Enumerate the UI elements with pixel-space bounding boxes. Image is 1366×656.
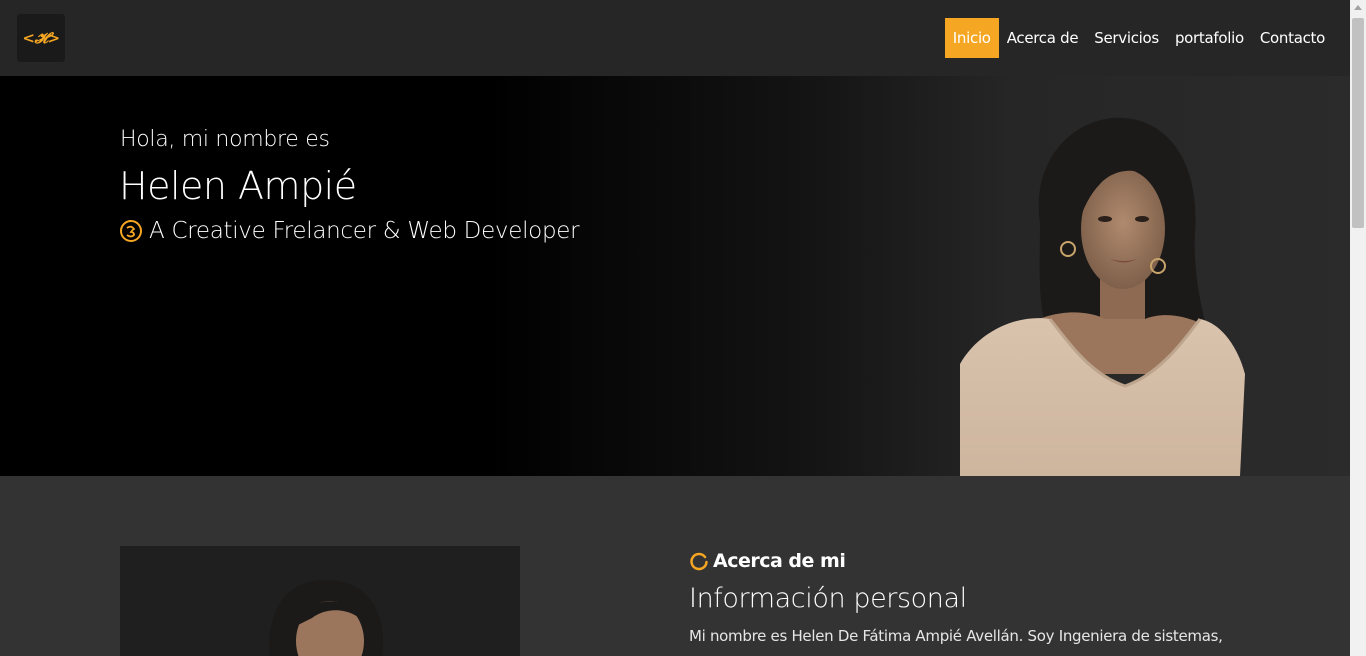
about-title: Información personal	[689, 583, 967, 614]
nav-item-portafolio[interactable]: portafolio	[1167, 18, 1252, 58]
swirl-icon	[120, 220, 142, 242]
about-section-label-text: Acerca de mi	[713, 550, 846, 572]
about-section-label: Acerca de mi	[689, 550, 846, 572]
scrollbar-thumb[interactable]	[1352, 18, 1364, 228]
hero-section: Hola, mi nombre es Helen Ampié A Creativ…	[0, 76, 1350, 476]
hero-portrait-image	[960, 117, 1245, 476]
nav-item-servicios[interactable]: Servicios	[1086, 18, 1167, 58]
hero-greeting: Hola, mi nombre es	[120, 127, 330, 152]
scroll-up-icon[interactable]	[1354, 5, 1362, 10]
hero-name: Helen Ampié	[119, 164, 357, 208]
about-photo	[120, 546, 520, 656]
hero-tagline-text: A Creative Frelancer & Web Developer	[149, 218, 580, 244]
brand-logo[interactable]: <𝓗>	[17, 14, 65, 62]
nav-item-inicio[interactable]: Inicio	[944, 18, 999, 58]
nav-item-contacto[interactable]: Contacto	[1252, 18, 1333, 58]
main-nav: Inicio Acerca de Servicios portafolio Co…	[944, 18, 1333, 58]
nav-item-acerca[interactable]: Acerca de	[999, 18, 1087, 58]
page-scrollbar[interactable]	[1350, 0, 1366, 656]
spinner-icon	[690, 552, 708, 571]
about-portrait-image	[269, 579, 384, 656]
navbar: <𝓗> Inicio Acerca de Servicios portafoli…	[0, 0, 1350, 76]
about-description: Mi nombre es Helen De Fátima Ampié Avell…	[689, 627, 1223, 645]
hero-tagline: A Creative Frelancer & Web Developer	[119, 218, 580, 244]
